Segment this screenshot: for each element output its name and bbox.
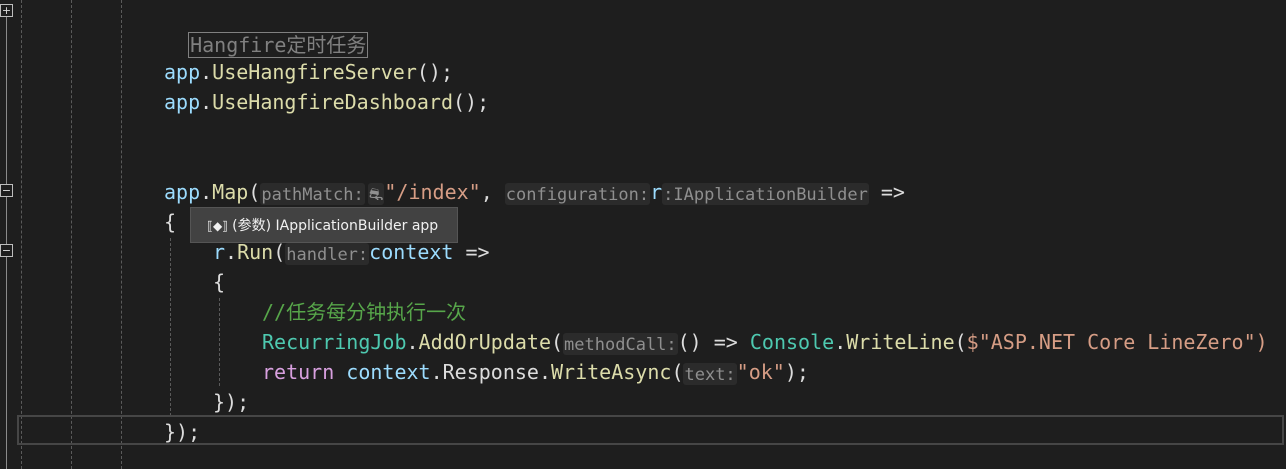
code-token: Response: [442, 360, 539, 384]
code-token: (: [551, 330, 564, 354]
code-token: =>: [453, 240, 490, 264]
code-token: (: [671, 360, 684, 384]
code-line: RecurringJob.AddOrUpdate(methodCall:() =…: [262, 327, 1268, 357]
code-token: "ok": [736, 360, 785, 384]
code-token: app: [164, 60, 201, 84]
inlay-hint: methodCall:: [563, 332, 678, 355]
collapse-icon[interactable]: −: [0, 184, 13, 197]
indent-guide: [121, 0, 122, 469]
code-token: UseHangfireServer: [212, 60, 417, 84]
code-line: //任务每分钟执行一次: [262, 297, 466, 327]
code-token: RecurringJob: [262, 330, 407, 354]
code-token: UseHangfireDashboard: [212, 90, 453, 114]
code-token: {: [213, 270, 226, 294]
code-token: WriteLine: [846, 330, 955, 354]
code-line: return context.Response.WriteAsync(text:…: [262, 357, 809, 387]
route-icon: ⛐: [367, 182, 385, 205]
code-token: });: [164, 420, 201, 444]
code-token: .: [834, 330, 847, 354]
code-token: Map: [212, 180, 249, 204]
code-token: AddOrUpdate: [418, 330, 551, 354]
code-token: ();: [453, 90, 490, 114]
code-line: });: [164, 417, 200, 447]
code-line: app.UseHangfireDashboard();: [164, 87, 489, 117]
code-token: app: [164, 180, 201, 204]
code-token: () =>: [677, 330, 750, 354]
code-token: =>: [868, 180, 905, 204]
code-line-region: Hangfire定时任务: [164, 0, 369, 58]
indent-guide: [219, 298, 220, 386]
code-token: .: [430, 360, 443, 384]
code-line: {: [213, 267, 225, 297]
tooltip-text: (参数) IApplicationBuilder app: [232, 218, 439, 234]
indent-guide: [170, 238, 171, 416]
code-token: WriteAsync: [551, 360, 672, 384]
code-token: return: [262, 360, 335, 384]
code-line: });: [213, 387, 249, 417]
code-token: Console: [749, 330, 835, 354]
inlay-hint: text:: [683, 362, 737, 385]
region-label[interactable]: Hangfire定时任务: [188, 32, 369, 58]
code-token: .: [200, 90, 213, 114]
code-token: (: [954, 330, 967, 354]
code-token: {: [164, 210, 177, 234]
inlay-hint: handler:: [285, 242, 370, 265]
code-token: ,: [480, 180, 505, 204]
outline-guide: [6, 14, 7, 469]
code-comment: //任务每分钟执行一次: [262, 300, 467, 324]
code-token[interactable]: r: [650, 180, 662, 204]
code-token: .: [200, 180, 213, 204]
inlay-hint: :IApplicationBuilder: [662, 182, 869, 205]
code-line: app.UseHangfireServer();: [164, 57, 453, 87]
code-token: .: [406, 330, 419, 354]
code-line: {: [164, 207, 176, 237]
code-token: );: [784, 360, 809, 384]
quickinfo-tooltip: ⟦◆⟧ (参数) IApplicationBuilder app: [190, 207, 458, 243]
code-token: app: [164, 90, 201, 114]
code-token: .: [200, 60, 213, 84]
code-token: (: [248, 180, 261, 204]
indent-guide: [71, 0, 72, 469]
code-token: $"ASP.NET Core LineZero"): [966, 330, 1268, 354]
code-token: ();: [416, 60, 453, 84]
inlay-hint: configuration:: [504, 182, 651, 205]
inlay-hint: pathMatch:: [260, 182, 365, 205]
code-token: });: [213, 390, 250, 414]
code-token: "/index": [384, 180, 481, 204]
code-token: context: [346, 360, 431, 384]
code-line: app.Map(pathMatch: ⛐"/index", configurati…: [164, 177, 905, 207]
expand-icon[interactable]: +: [0, 4, 13, 17]
indent-guide: [21, 0, 22, 469]
parameter-icon: ⟦◆⟧: [207, 219, 229, 233]
collapse-icon[interactable]: −: [0, 244, 13, 257]
code-token: .: [538, 360, 552, 384]
current-line-highlight: [17, 415, 1284, 445]
